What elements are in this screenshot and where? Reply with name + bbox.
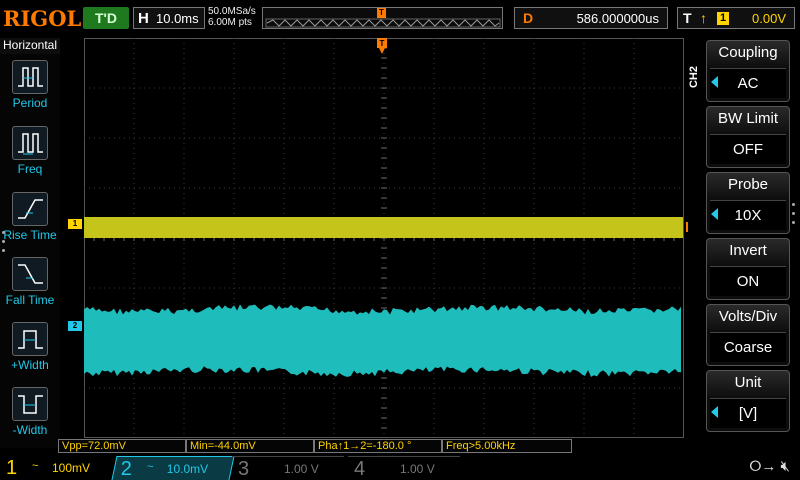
measurement-vpp[interactable]: Vpp=72.0mV [58,439,186,453]
waveform-traces [84,217,683,377]
menu-item-title: Invert [729,242,767,259]
invert-menu-button[interactable]: Invert ON [706,238,790,300]
unit-menu-button[interactable]: Unit [V] [706,370,790,432]
chevron-left-icon [711,208,718,220]
measure-rise-time-button[interactable]: Rise Time [0,188,60,250]
usb-icon: ⭘→ [749,458,777,475]
speaker-muted-icon[interactable]: 🔇︎ [781,458,790,475]
measurement-phase[interactable]: Pha↑1→2=-180.0 ° [314,439,442,453]
ch1-offset-marker[interactable]: 1 [68,219,82,229]
measure-label: -Width [12,423,48,437]
acquisition-info: 50.0MSa/s 6.00M pts [208,6,256,28]
ch2-offset-marker[interactable]: 2 [68,321,82,331]
channel-scale: 1.00 V [400,462,435,476]
period-icon [12,60,48,94]
measure-positive-width-button[interactable]: +Width [0,318,60,380]
negative-width-icon [12,387,48,421]
memory-depth: 6.00M pts [208,17,252,28]
run-state-indicator[interactable]: T'D [83,7,129,29]
menu-item-title: Coupling [718,44,778,61]
channel-status-bar: 1 ~ 100mV 2 ~ 10.0mV 3 1.00 V 4 1.00 V ⭘… [0,455,800,480]
menu-item-value: OFF [710,134,786,164]
menu-item-value: ON [710,266,786,296]
trigger-position-top-marker[interactable]: T [377,38,387,56]
measure-frequency-button[interactable]: Freq [0,122,60,184]
measure-label: Period [12,96,48,110]
measure-label: Freq [17,162,43,176]
coupling-menu-button[interactable]: Coupling AC [706,40,790,102]
delay-value: 586.000000us [576,11,659,26]
menu-channel-tag: CH2 [688,66,700,89]
ch1-status[interactable]: 1 ~ 100mV [0,456,112,480]
channel-number: 4 [354,458,366,480]
measure-panel: Horizontal Period Freq Rise Time Fall Ti… [0,38,60,448]
trigger-position-marker: T [377,8,386,18]
measurement-min[interactable]: Min=-44.0mV [186,439,314,453]
channel-number: 1 [6,457,18,479]
measurement-freq[interactable]: Freq>5.00kHz [442,439,572,453]
menu-item-value: AC [710,68,786,98]
menu-item-title: BW Limit [718,110,778,127]
trigger-box[interactable]: T ↑ 1 0.00V [677,7,795,29]
timebase-value: 10.0ms [156,11,199,26]
probe-menu-button[interactable]: Probe 10X [706,172,790,234]
channel-scale: 100mV [52,461,91,475]
horizontal-label: H [138,10,149,27]
trigger-source: 1 [717,12,729,25]
measure-fall-time-button[interactable]: Fall Time [0,253,60,315]
delay-box[interactable]: D 586.000000us [514,7,668,29]
fall-time-icon [12,257,48,291]
ch4-status[interactable]: 4 1.00 V [348,456,460,480]
measurement-results: Vpp=72.0mV Min=-44.0mV Pha↑1→2=-180.0 ° … [58,438,578,454]
ac-coupling-icon: ~ [32,460,39,472]
trigger-level-value: 0.00V [752,11,786,26]
trigger-label: T [683,10,692,26]
ch2-trace [84,304,681,377]
menu-item-title: Unit [734,374,762,391]
channel-number: 3 [238,458,250,480]
menu-item-title: Volts/Div [718,308,778,325]
top-status-bar: RIGOL T'D H 10.0ms 50.0MSa/s 6.00M pts T… [0,0,800,38]
frequency-icon [12,126,48,160]
channel-menu: CH2 Coupling AC BW Limit OFF Probe 10X I… [688,38,800,448]
measure-panel-title: Horizontal [0,38,60,54]
bw-limit-menu-button[interactable]: BW Limit OFF [706,106,790,168]
horizontal-timebase-box[interactable]: H 10.0ms [133,7,205,29]
ch1-trace [84,217,683,238]
measure-label: +Width [11,358,49,372]
ac-coupling-icon: ~ [147,461,154,473]
memory-overview-strip[interactable]: T [262,7,503,29]
delay-label: D [523,10,534,26]
ch2-status[interactable]: 2 ~ 10.0mV [111,456,235,480]
measure-label: Fall Time [5,293,55,307]
system-status-icons: ⭘→ 🔇︎ [749,458,790,475]
volts-div-menu-button[interactable]: Volts/Div Coarse [706,304,790,366]
rise-time-icon [12,192,48,226]
menu-item-value: Coarse [710,332,786,362]
menu-item-value: 10X [710,200,786,230]
waveform-display[interactable]: T [84,38,684,438]
ch3-status[interactable]: 3 1.00 V [232,456,344,480]
channel-number: 2 [120,458,132,480]
menu-scroll-dots [792,203,795,230]
menu-item-title: Probe [727,176,769,193]
sample-rate: 50.0MSa/s [208,6,256,17]
svg-text:T: T [380,39,385,48]
chevron-left-icon [711,406,718,418]
measure-label: Rise Time [3,228,57,242]
measure-period-button[interactable]: Period [0,56,60,118]
positive-width-icon [12,322,48,356]
measure-negative-width-button[interactable]: -Width [0,383,60,445]
rising-edge-icon: ↑ [700,10,707,26]
chevron-left-icon [711,76,718,88]
channel-scale: 10.0mV [166,462,209,476]
brand-logo: RIGOL [3,6,82,31]
menu-item-value: [V] [710,398,786,428]
panel-scroll-dots [2,231,5,258]
channel-scale: 1.00 V [284,462,319,476]
